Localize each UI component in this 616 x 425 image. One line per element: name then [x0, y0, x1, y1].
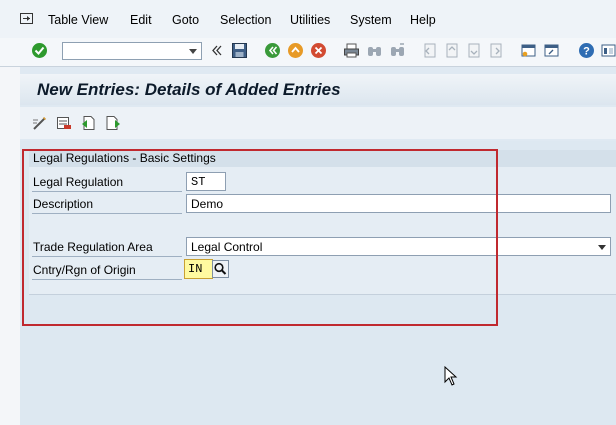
customize-layout-icon[interactable] [600, 42, 616, 59]
description-input[interactable]: Demo [186, 194, 611, 213]
next-entry-icon[interactable] [105, 115, 121, 131]
left-margin [0, 67, 20, 425]
trade-regulation-area-select[interactable]: Legal Control [186, 237, 611, 256]
shortcut-icon[interactable] [543, 42, 560, 59]
country-of-origin-underline [32, 279, 182, 280]
next-page-icon[interactable] [465, 42, 482, 59]
menu-system[interactable]: System [350, 13, 392, 27]
save-icon[interactable] [231, 42, 248, 59]
cancel-icon[interactable] [310, 42, 327, 59]
menu-table-view[interactable]: Table View [48, 13, 108, 27]
create-session-icon[interactable] [520, 42, 537, 59]
delete-icon[interactable] [56, 115, 72, 131]
chevron-down-icon[interactable] [598, 245, 606, 250]
menu-edit[interactable]: Edit [130, 13, 152, 27]
command-field[interactable] [62, 42, 202, 60]
trade-regulation-area-label: Trade Regulation Area [33, 240, 153, 254]
menu-utilities[interactable]: Utilities [290, 13, 330, 27]
change-display-icon[interactable] [32, 115, 48, 131]
back-icon[interactable] [264, 42, 281, 59]
enter-icon[interactable] [31, 42, 48, 59]
help-icon[interactable]: ? [578, 42, 595, 59]
menu-selection[interactable]: Selection [220, 13, 271, 27]
description-underline [32, 213, 182, 214]
page-title: New Entries: Details of Added Entries [37, 80, 341, 99]
group-title: Legal Regulations - Basic Settings [33, 151, 216, 165]
country-of-origin-label: Cntry/Rgn of Origin [33, 263, 136, 277]
legal-regulation-underline [32, 191, 182, 192]
exit-icon[interactable] [287, 42, 304, 59]
trade-regulation-area-underline [32, 256, 182, 257]
first-page-icon[interactable] [421, 42, 438, 59]
legal-regulation-label: Legal Regulation [33, 175, 124, 189]
find-icon[interactable] [366, 42, 383, 59]
find-next-icon[interactable] [389, 42, 406, 59]
chevron-down-icon[interactable] [189, 49, 197, 54]
legal-regulation-input[interactable]: ST [186, 172, 226, 191]
search-icon [214, 262, 227, 275]
country-of-origin-input[interactable]: IN [184, 259, 213, 279]
menu-icon[interactable] [20, 13, 33, 24]
mouse-cursor-icon [444, 366, 458, 386]
value-help-button[interactable] [212, 260, 229, 278]
svg-text:?: ? [583, 46, 590, 58]
collapse-icon[interactable] [208, 42, 225, 59]
trade-regulation-area-value: Legal Control [191, 240, 263, 254]
menu-help[interactable]: Help [410, 13, 436, 27]
previous-page-icon[interactable] [443, 42, 460, 59]
print-icon[interactable] [343, 42, 360, 59]
menu-goto[interactable]: Goto [172, 13, 199, 27]
last-page-icon[interactable] [487, 42, 504, 59]
description-label: Description [33, 197, 94, 211]
previous-entry-icon[interactable] [80, 115, 96, 131]
